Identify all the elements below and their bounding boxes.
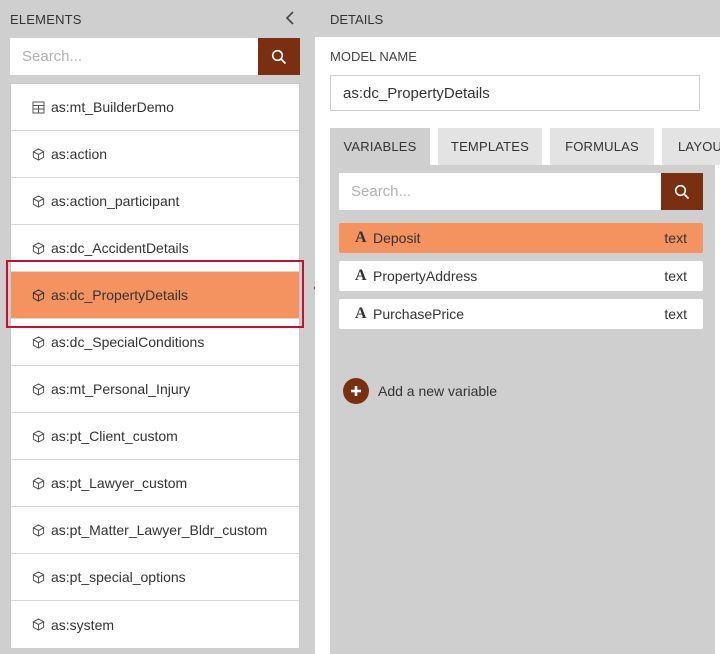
element-item-dc-accidentdetails[interactable]: as:dc_AccidentDetails	[11, 225, 299, 272]
cube-icon	[32, 476, 46, 490]
element-item-pt-lawyer-custom[interactable]: as:pt_Lawyer_custom	[11, 460, 299, 507]
element-item-label: as:pt_Client_custom	[51, 428, 178, 444]
element-item-pt-client-custom[interactable]: as:pt_Client_custom	[11, 413, 299, 460]
variables-tab-content: A Deposit text A PropertyAddress text A …	[330, 165, 715, 654]
element-item-dc-propertydetails[interactable]: as:dc_PropertyDetails	[11, 272, 299, 319]
text-type-icon: A	[355, 305, 367, 322]
details-panel-title: DETAILS	[330, 12, 384, 27]
tab-formulas[interactable]: FORMULAS	[550, 128, 654, 165]
element-item-pt-matter-lawyer-bldr-custom[interactable]: as:pt_Matter_Lawyer_Bldr_custom	[11, 507, 299, 554]
variable-type: text	[664, 230, 687, 246]
cube-icon	[32, 288, 46, 302]
search-icon	[674, 184, 690, 199]
cube-icon	[32, 147, 46, 161]
cube-icon	[32, 241, 46, 255]
variables-list: A Deposit text A PropertyAddress text A …	[339, 223, 703, 337]
element-item-label: as:dc_PropertyDetails	[51, 287, 188, 303]
cube-icon	[32, 570, 46, 584]
tab-templates[interactable]: TEMPLATES	[438, 128, 542, 165]
element-item-label: as:pt_special_options	[51, 569, 186, 585]
details-card: MODEL NAME VARIABLES TEMPLATES FORMULAS …	[315, 37, 720, 654]
variables-search-button[interactable]	[661, 173, 703, 210]
details-tabs: VARIABLES TEMPLATES FORMULAS LAYOUT	[330, 128, 720, 165]
element-item-label: as:dc_SpecialConditions	[51, 334, 205, 350]
cube-icon	[32, 429, 46, 443]
text-type-icon: A	[355, 229, 367, 246]
variable-name: Deposit	[373, 230, 421, 246]
chevron-left-icon	[285, 11, 294, 25]
collapse-panel-button[interactable]	[282, 8, 298, 28]
add-variable-button[interactable]: Add a new variable	[343, 378, 497, 404]
tab-variables[interactable]: VARIABLES	[330, 128, 430, 165]
model-name-input[interactable]	[330, 75, 700, 111]
elements-search-input[interactable]	[10, 38, 258, 75]
cube-icon	[32, 382, 46, 396]
variable-type: text	[664, 268, 687, 284]
variable-name: PurchasePrice	[373, 306, 465, 322]
element-item-label: as:dc_AccidentDetails	[51, 240, 189, 256]
element-item-label: as:pt_Lawyer_custom	[51, 475, 188, 491]
grid-icon	[32, 100, 46, 114]
search-icon	[271, 49, 287, 64]
variable-item-propertyaddress[interactable]: A PropertyAddress text	[339, 261, 703, 291]
add-variable-label: Add a new variable	[378, 383, 498, 399]
variable-item-purchaseprice[interactable]: A PurchasePrice text	[339, 299, 703, 329]
model-name-label: MODEL NAME	[330, 49, 417, 64]
element-item-mt-builderdemo[interactable]: as:mt_BuilderDemo	[11, 84, 299, 131]
cube-icon	[32, 523, 46, 537]
variable-item-deposit[interactable]: A Deposit text	[339, 223, 703, 253]
element-item-label: as:system	[51, 616, 115, 633]
variables-search-input[interactable]	[339, 173, 661, 210]
elements-list: as:mt_BuilderDemo as:action as:action_pa…	[10, 83, 300, 648]
element-item-action[interactable]: as:action	[11, 131, 299, 178]
element-item-pt-special-options[interactable]: as:pt_special_options	[11, 554, 299, 601]
elements-panel-title: ELEMENTS	[10, 12, 82, 27]
element-item-label: as:mt_Personal_Injury	[51, 381, 191, 397]
element-item-label: as:action_participant	[51, 193, 180, 209]
details-panel: DETAILS MODEL NAME VARIABLES TEMPLATES F…	[315, 0, 720, 654]
cube-icon	[32, 194, 46, 208]
element-item-system[interactable]: as:system	[11, 601, 299, 648]
elements-search-button[interactable]	[258, 38, 300, 75]
plus-circle-icon	[343, 378, 369, 404]
element-item-label: as:action	[51, 146, 108, 162]
text-type-icon: A	[355, 267, 367, 284]
variable-name: PropertyAddress	[373, 268, 478, 284]
element-item-label: as:mt_BuilderDemo	[51, 99, 174, 115]
variables-search	[339, 173, 703, 210]
elements-panel: ELEMENTS as:mt_BuilderDemo as:action	[0, 0, 315, 654]
cube-icon	[32, 618, 46, 632]
element-item-label: as:pt_Matter_Lawyer_Bldr_custom	[51, 522, 268, 538]
tab-layout[interactable]: LAYOUT	[662, 128, 720, 165]
cube-icon	[32, 335, 46, 349]
variable-type: text	[664, 306, 687, 322]
elements-search	[10, 38, 300, 75]
element-item-mt-personal-injury[interactable]: as:mt_Personal_Injury	[11, 366, 299, 413]
element-item-dc-specialconditions[interactable]: as:dc_SpecialConditions	[11, 319, 299, 366]
element-item-action-participant[interactable]: as:action_participant	[11, 178, 299, 225]
